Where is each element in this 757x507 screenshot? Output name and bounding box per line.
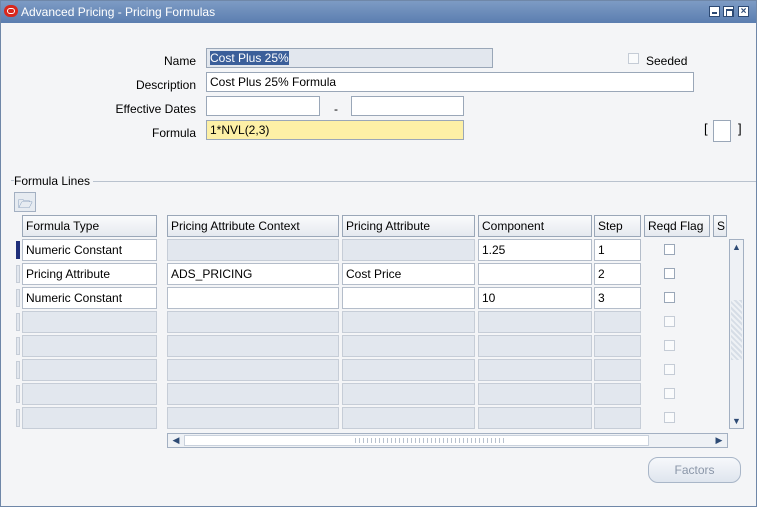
cell-context[interactable]: [167, 335, 339, 357]
formula-field[interactable]: 1*NVL(2,3): [206, 120, 464, 140]
name-value: Cost Plus 25%: [210, 51, 289, 65]
reqd-flag-checkbox[interactable]: [664, 412, 675, 423]
row-indicator[interactable]: [16, 409, 20, 427]
col-formula-type[interactable]: Formula Type: [22, 215, 157, 237]
col-component[interactable]: Component: [478, 215, 592, 237]
horizontal-scrollbar[interactable]: ◀ ▶: [167, 433, 728, 448]
description-field[interactable]: Cost Plus 25% Formula: [206, 72, 694, 92]
folder-button[interactable]: 🗁: [14, 192, 36, 212]
row-indicator[interactable]: [16, 361, 20, 379]
scroll-right-icon[interactable]: ▶: [713, 434, 725, 447]
reqd-flag-checkbox[interactable]: [664, 340, 675, 351]
cell-formula-type[interactable]: Pricing Attribute: [22, 263, 157, 285]
col-pricing-attribute[interactable]: Pricing Attribute: [342, 215, 475, 237]
cell-formula-type[interactable]: Numeric Constant: [22, 287, 157, 309]
cell-step[interactable]: [594, 407, 641, 429]
vertical-scrollbar[interactable]: ▲ ▼: [729, 239, 744, 429]
cell-step[interactable]: 2: [594, 263, 641, 285]
effective-dates-label: Effective Dates: [115, 102, 196, 116]
minimize-button[interactable]: [709, 6, 720, 17]
col-step[interactable]: Step: [594, 215, 641, 237]
section-divider: [14, 181, 756, 182]
scroll-down-icon[interactable]: ▼: [731, 415, 742, 427]
descriptive-flexfield-box[interactable]: [713, 120, 731, 142]
row-indicator[interactable]: [16, 337, 20, 355]
cell-step[interactable]: 1: [594, 239, 641, 261]
cell-attribute[interactable]: [342, 359, 475, 381]
reqd-flag-checkbox[interactable]: [664, 268, 675, 279]
folder-open-icon: 🗁: [18, 197, 33, 211]
description-label: Description: [135, 78, 196, 92]
oracle-logo-icon: [4, 5, 18, 17]
row-indicator[interactable]: [16, 313, 20, 331]
app-window: Advanced Pricing - Pricing Formulas × Na…: [0, 0, 757, 507]
name-field[interactable]: Cost Plus 25%: [206, 48, 493, 68]
cell-context[interactable]: [167, 383, 339, 405]
cell-step[interactable]: [594, 335, 641, 357]
cell-context[interactable]: [167, 239, 339, 261]
row-indicator[interactable]: [16, 289, 20, 307]
vertical-scroll-thumb[interactable]: [731, 300, 742, 360]
name-label: Name: [163, 54, 196, 68]
bracket-open: [: [704, 121, 708, 136]
cell-step[interactable]: [594, 383, 641, 405]
cell-attribute[interactable]: [342, 311, 475, 333]
cell-attribute[interactable]: Cost Price: [342, 263, 475, 285]
row-indicator[interactable]: [16, 385, 20, 403]
cell-formula-type[interactable]: [22, 407, 157, 429]
cell-step[interactable]: [594, 311, 641, 333]
reqd-flag-checkbox[interactable]: [664, 316, 675, 327]
scroll-up-icon[interactable]: ▲: [731, 241, 742, 253]
seeded-label: Seeded: [646, 54, 688, 68]
cell-context[interactable]: [167, 407, 339, 429]
horizontal-scroll-thumb[interactable]: [184, 435, 649, 446]
reqd-flag-checkbox[interactable]: [664, 244, 675, 255]
reqd-flag-checkbox[interactable]: [664, 388, 675, 399]
cell-context[interactable]: ADS_PRICING: [167, 263, 339, 285]
maximize-button[interactable]: [723, 6, 734, 17]
cell-context[interactable]: [167, 359, 339, 381]
row-indicator-current[interactable]: [16, 241, 20, 259]
formula-label: Formula: [151, 126, 196, 140]
cell-attribute[interactable]: [342, 335, 475, 357]
col-pricing-attribute-context[interactable]: Pricing Attribute Context: [167, 215, 339, 237]
cell-attribute[interactable]: [342, 287, 475, 309]
cell-component[interactable]: 1.25: [478, 239, 592, 261]
cell-attribute[interactable]: [342, 239, 475, 261]
seeded-checkbox[interactable]: [628, 53, 639, 64]
window-title: Advanced Pricing - Pricing Formulas: [21, 5, 216, 19]
cell-component[interactable]: [478, 407, 592, 429]
cell-formula-type[interactable]: [22, 335, 157, 357]
col-s[interactable]: S: [713, 215, 727, 237]
formula-lines-title: Formula Lines: [14, 174, 94, 188]
factors-button[interactable]: Factors: [648, 457, 741, 483]
cell-formula-type[interactable]: [22, 359, 157, 381]
reqd-flag-checkbox[interactable]: [664, 292, 675, 303]
cell-component[interactable]: [478, 263, 592, 285]
cell-component[interactable]: [478, 359, 592, 381]
cell-context[interactable]: [167, 287, 339, 309]
cell-formula-type[interactable]: [22, 383, 157, 405]
cell-attribute[interactable]: [342, 383, 475, 405]
scroll-left-icon[interactable]: ◀: [170, 434, 182, 447]
cell-formula-type[interactable]: Numeric Constant: [22, 239, 157, 261]
cell-attribute[interactable]: [342, 407, 475, 429]
effective-date-to-field[interactable]: [351, 96, 464, 116]
cell-step[interactable]: 3: [594, 287, 641, 309]
cell-context[interactable]: [167, 311, 339, 333]
bracket-close: ]: [738, 121, 742, 136]
col-reqd-flag[interactable]: Reqd Flag: [644, 215, 710, 237]
cell-formula-type[interactable]: [22, 311, 157, 333]
cell-component[interactable]: [478, 383, 592, 405]
title-bar: Advanced Pricing - Pricing Formulas ×: [1, 1, 756, 23]
cell-step[interactable]: [594, 359, 641, 381]
row-indicator[interactable]: [16, 265, 20, 283]
cell-component[interactable]: [478, 335, 592, 357]
date-separator: -: [334, 102, 338, 116]
cell-component[interactable]: [478, 311, 592, 333]
close-button[interactable]: ×: [738, 6, 749, 17]
cell-component[interactable]: 10: [478, 287, 592, 309]
effective-date-from-field[interactable]: [206, 96, 320, 116]
reqd-flag-checkbox[interactable]: [664, 364, 675, 375]
